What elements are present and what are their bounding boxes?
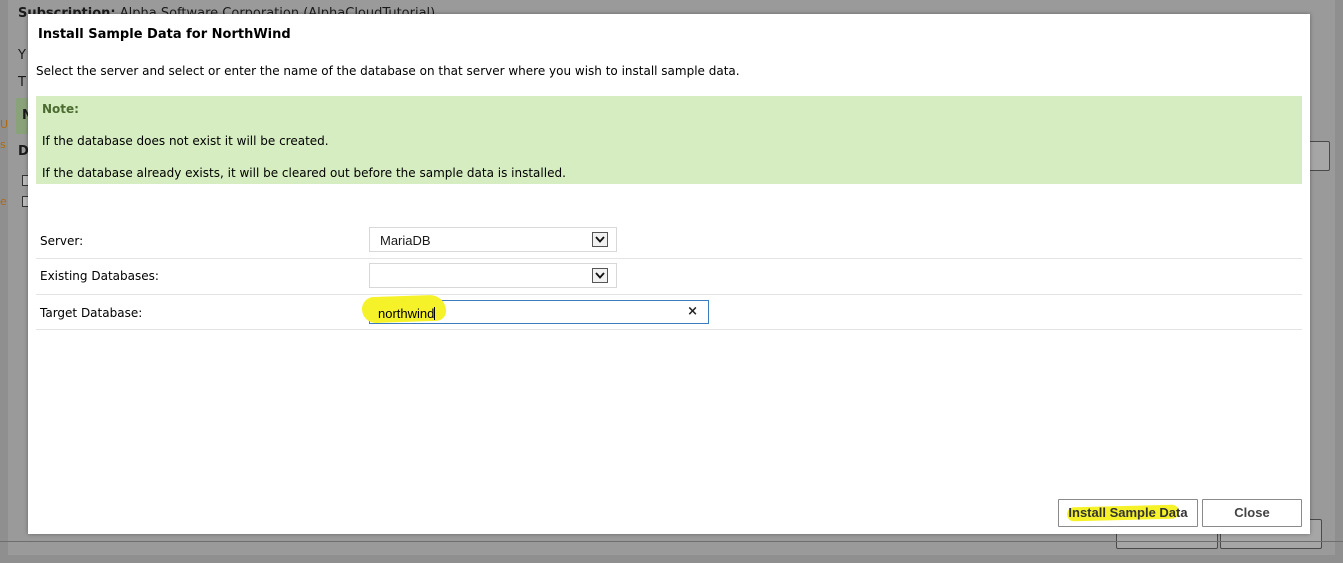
chevron-down-icon[interactable] (592, 268, 608, 283)
background-link-text: s (0, 138, 6, 151)
existing-databases-row: Existing Databases: (36, 259, 1302, 295)
target-database-label: Target Database: (40, 306, 143, 320)
install-sample-data-dialog: Install Sample Data for NorthWind Select… (28, 14, 1310, 534)
server-label: Server: (40, 234, 84, 248)
server-select[interactable]: MariaDB (369, 227, 617, 252)
note-heading: Note: (42, 102, 79, 116)
background-divider (0, 541, 1343, 542)
background-text: T (18, 75, 26, 90)
note-line-clear: If the database already exists, it will … (42, 166, 566, 180)
text-caret (434, 307, 436, 320)
chevron-down-icon[interactable] (592, 232, 608, 247)
note-box: Note: If the database does not exist it … (36, 96, 1302, 184)
background-link-text: e (0, 195, 7, 208)
server-row: Server: MariaDB (36, 224, 1302, 259)
note-line-create: If the database does not exist it will b… (42, 134, 329, 148)
dialog-description: Select the server and select or enter th… (36, 64, 740, 78)
existing-databases-label: Existing Databases: (40, 269, 159, 283)
background-link-text: U (0, 118, 9, 131)
server-select-value: MariaDB (380, 233, 431, 248)
clear-icon[interactable]: × (687, 304, 698, 320)
dialog-title: Install Sample Data for NorthWind (38, 27, 291, 42)
close-button[interactable]: Close (1202, 499, 1302, 527)
existing-databases-select[interactable] (369, 263, 617, 288)
install-sample-data-button[interactable]: Install Sample Data (1058, 499, 1198, 527)
install-button-label: Install Sample Data (1068, 505, 1188, 520)
background-text: Y (18, 48, 26, 63)
target-database-value: northwind (378, 306, 436, 321)
target-database-input[interactable]: northwind × (361, 294, 709, 324)
